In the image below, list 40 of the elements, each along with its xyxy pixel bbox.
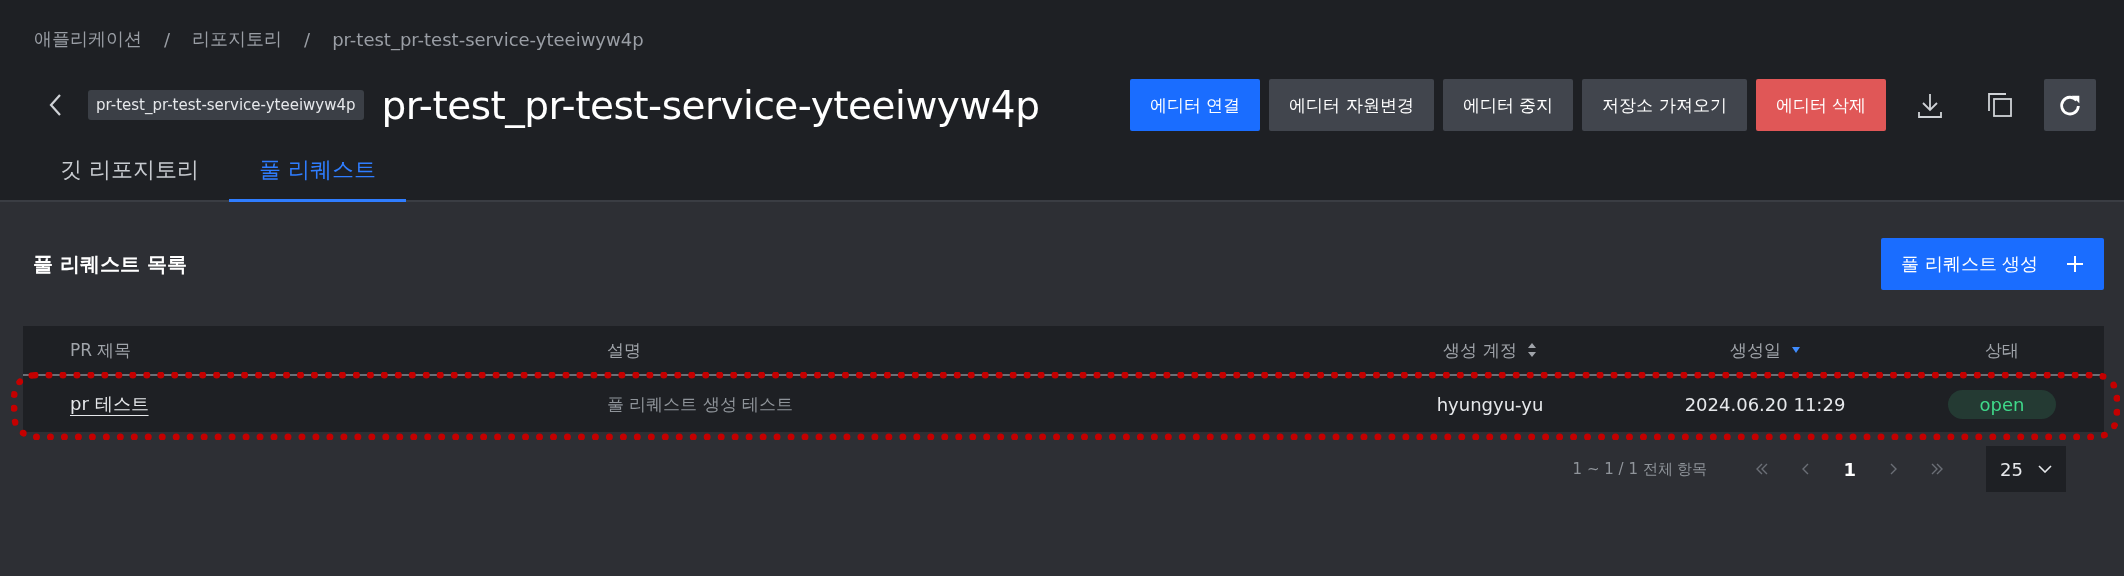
column-header: 상태 (1985, 338, 2019, 362)
repo-tag: pr-test_pr-test-service-yteeiwyw4p (88, 90, 364, 120)
breadcrumb-separator: / (304, 28, 311, 50)
plus-icon (2066, 255, 2084, 273)
tab[interactable]: 깃 리포지토리 (30, 147, 229, 202)
date-text: 2024.06.20 11:29 (1684, 393, 1846, 415)
breadcrumb-link[interactable]: pr-test_pr-test-service-yteeiwyw4p (332, 28, 644, 50)
tab[interactable]: 풀 리퀘스트 (229, 147, 406, 202)
sort-descending-icon[interactable] (1790, 346, 1801, 354)
create-button[interactable]: 풀 리퀘스트 생성 (1881, 238, 2104, 290)
action-button[interactable]: 에디터 연결 (1129, 79, 1261, 131)
page-title: pr-test_pr-test-service-yteeiwyw4p (381, 82, 1040, 128)
status-badge: open (1947, 389, 2057, 419)
refresh-button[interactable] (2044, 79, 2096, 131)
action-button[interactable]: 에디터 삭제 (1755, 79, 1886, 131)
double-chevron-right-icon[interactable] (1930, 462, 1944, 476)
page-number[interactable]: 1 (1843, 458, 1856, 480)
page-size-select[interactable]: 25 (1986, 446, 2066, 492)
sort-icon[interactable] (1526, 342, 1537, 358)
description-text: 풀 리퀘스트 생성 테스트 (607, 392, 794, 416)
action-button[interactable]: 에디터 자원변경 (1269, 79, 1434, 131)
breadcrumb-link[interactable]: 리포지토리 (192, 27, 283, 51)
column-header: 생성일 (1729, 338, 1781, 362)
table-row[interactable]: pr 테스트 풀 리퀘스트 생성 테스트 hyungyu-yu 2024.06.20 11:29 open (23, 376, 2104, 432)
column-header: 설명 (607, 338, 641, 362)
pr-title-link[interactable]: pr 테스트 (70, 392, 149, 416)
column-header: 생성 계정 (1443, 338, 1517, 362)
account-text: hyungyu-yu (1436, 393, 1544, 415)
breadcrumb-link[interactable]: 애플리케이션 (34, 27, 142, 51)
column-header: PR 제목 (70, 338, 132, 362)
double-chevron-left-icon[interactable] (1755, 462, 1770, 476)
chevron-left-icon (48, 93, 62, 117)
pagination-summary: 1 ~ 1 / 1 전체 항목 (1572, 459, 1708, 479)
copy-icon[interactable] (1986, 91, 2014, 119)
chevron-down-icon (2038, 465, 2052, 473)
action-button[interactable]: 에디터 중지 (1442, 79, 1574, 131)
breadcrumb-separator: / (164, 28, 171, 50)
download-icon[interactable] (1916, 91, 1944, 119)
action-button[interactable]: 저장소 가져오기 (1582, 79, 1747, 131)
section-title: 풀 리퀘스트 목록 (33, 250, 187, 278)
